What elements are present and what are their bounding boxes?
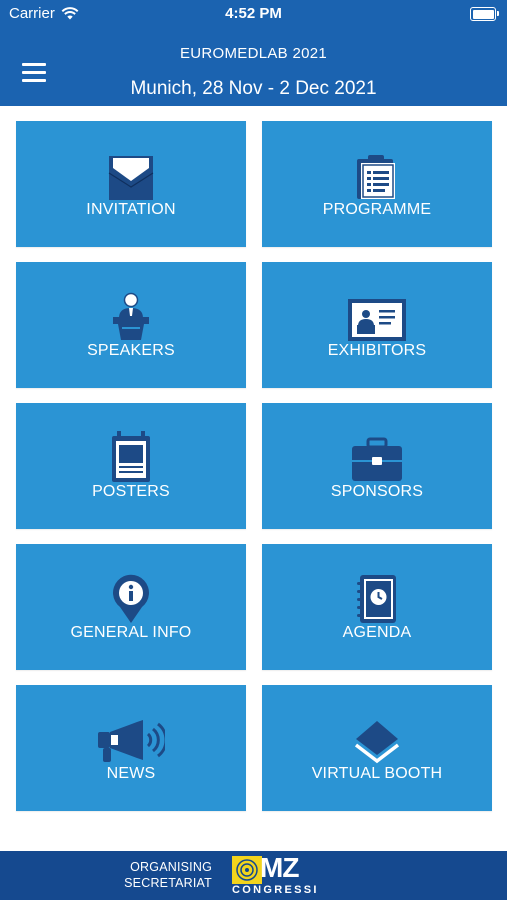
mz-congressi-logo[interactable]: MZ CONGRESSI [230, 852, 320, 900]
status-time: 4:52 PM [225, 5, 282, 22]
envelope-icon [108, 156, 154, 200]
tile-label: INVITATION [86, 201, 176, 218]
tile-label: POSTERS [92, 483, 170, 500]
footer-bar: ORGANISING SECRETARIAT MZ CONGRESSI [0, 851, 507, 900]
tile-label: EXHIBITORS [327, 342, 427, 359]
tile-label: GENERAL INFO [70, 624, 192, 641]
status-bar: Carrier 4:52 PM [0, 0, 507, 30]
agenda-book-icon [357, 575, 396, 623]
tile-programme[interactable]: PROGRAMME [262, 121, 492, 247]
tile-sponsors[interactable]: SPONSORS [262, 403, 492, 529]
tile-general-info[interactable]: GENERAL INFO [16, 544, 246, 670]
logo-mz-text: MZ [260, 852, 299, 883]
tile-virtual-booth[interactable]: VIRTUAL BOOTH [262, 685, 492, 811]
event-dates: Munich, 28 Nov - 2 Dec 2021 [130, 78, 377, 99]
tile-speakers[interactable]: SPEAKERS [16, 262, 246, 388]
logo-swirl-icon [232, 856, 262, 884]
poster-board-icon [112, 431, 150, 482]
layers-icon [354, 721, 400, 764]
app-title: EUROMEDLAB 2021 [179, 45, 328, 62]
battery-icon [470, 7, 499, 21]
organising-secretariat-text: ORGANISING SECRETARIAT [96, 859, 212, 891]
tile-agenda[interactable]: AGENDA [262, 544, 492, 670]
briefcase-icon [352, 437, 402, 481]
org-line-2: SECRETARIAT [124, 876, 212, 890]
tile-news[interactable]: NEWS [16, 685, 246, 811]
exhibition-stand-icon [348, 299, 406, 341]
org-line-1: ORGANISING [130, 860, 212, 874]
tile-invitation[interactable]: INVITATION [16, 121, 246, 247]
tile-label: AGENDA [342, 624, 412, 641]
megaphone-icon [98, 720, 165, 762]
tile-label: SPONSORS [330, 483, 424, 500]
speaker-podium-icon [113, 292, 149, 340]
tile-label: PROGRAMME [322, 201, 432, 218]
tile-label: VIRTUAL BOOTH [311, 765, 443, 782]
tile-label: SPEAKERS [87, 342, 175, 359]
logo-congressi-text: CONGRESSI [232, 884, 319, 896]
tile-posters[interactable]: POSTERS [16, 403, 246, 529]
tile-label: NEWS [106, 765, 156, 782]
tile-exhibitors[interactable]: EXHIBITORS [262, 262, 492, 388]
info-pin-icon [113, 574, 149, 623]
app-header: Carrier 4:52 PM EUROMEDLAB 2021 Munich, … [0, 0, 507, 106]
clipboard-icon [357, 155, 395, 199]
